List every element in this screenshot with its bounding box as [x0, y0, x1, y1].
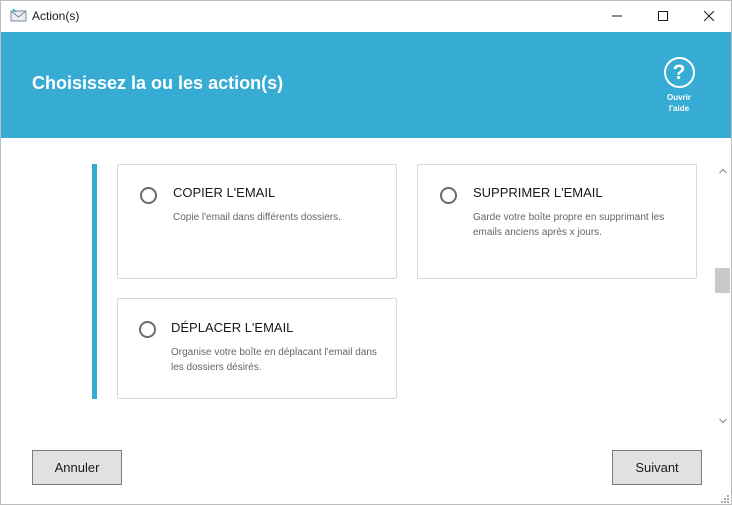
radio-move[interactable]	[139, 321, 156, 338]
action-description: Organise votre boîte en déplacant l'emai…	[171, 347, 377, 373]
close-icon	[703, 8, 715, 26]
help-button[interactable]: ? Ouvrir l'aide	[657, 57, 701, 117]
minimize-icon	[612, 8, 622, 26]
next-button[interactable]: Suivant	[612, 450, 702, 485]
action-description: Copie l'email dans différents dossiers.	[173, 212, 341, 223]
question-circle-icon: ?	[663, 57, 695, 88]
help-label-line2: l'aide	[668, 104, 690, 113]
chevron-up-icon	[718, 161, 727, 179]
maximize-icon	[658, 8, 668, 26]
selection-accent-bar	[92, 164, 97, 399]
minimize-button[interactable]	[594, 1, 640, 32]
radio-delete[interactable]	[440, 187, 457, 204]
action-card-copy[interactable]: COPIER L'EMAIL Copie l'email dans différ…	[117, 164, 397, 279]
maximize-button[interactable]	[640, 1, 686, 32]
action-title: SUPPRIMER L'EMAIL	[473, 185, 603, 200]
vertical-scrollbar[interactable]	[714, 161, 731, 431]
scroll-thumb[interactable]	[715, 268, 730, 293]
action-description: Garde votre boîte propre en supprimant l…	[473, 212, 665, 238]
action-card-delete[interactable]: SUPPRIMER L'EMAIL Garde votre boîte prop…	[417, 164, 697, 279]
page-title: Choisissez la ou les action(s)	[32, 73, 284, 93]
action-title: COPIER L'EMAIL	[173, 185, 276, 200]
help-label: Ouvrir l'aide	[657, 92, 701, 114]
close-button[interactable]	[686, 1, 732, 32]
title-bar: Action(s)	[1, 1, 731, 32]
cancel-button[interactable]: Annuler	[32, 450, 122, 485]
window-title: Action(s)	[32, 9, 80, 23]
resize-grip-icon[interactable]	[718, 491, 730, 503]
chevron-down-icon	[718, 411, 727, 429]
scroll-down-button[interactable]	[714, 413, 731, 427]
radio-copy[interactable]	[140, 187, 157, 204]
dialog-header: Choisissez la ou les action(s) ? Ouvrir …	[1, 32, 731, 138]
action-dialog: Action(s) Choisissez la ou les action(s)…	[0, 0, 732, 505]
scroll-up-button[interactable]	[714, 163, 731, 177]
action-title: DÉPLACER L'EMAIL	[171, 320, 294, 335]
action-card-move[interactable]: DÉPLACER L'EMAIL Organise votre boîte en…	[117, 298, 397, 399]
envelope-icon	[10, 8, 27, 23]
help-label-line1: Ouvrir	[666, 93, 691, 102]
